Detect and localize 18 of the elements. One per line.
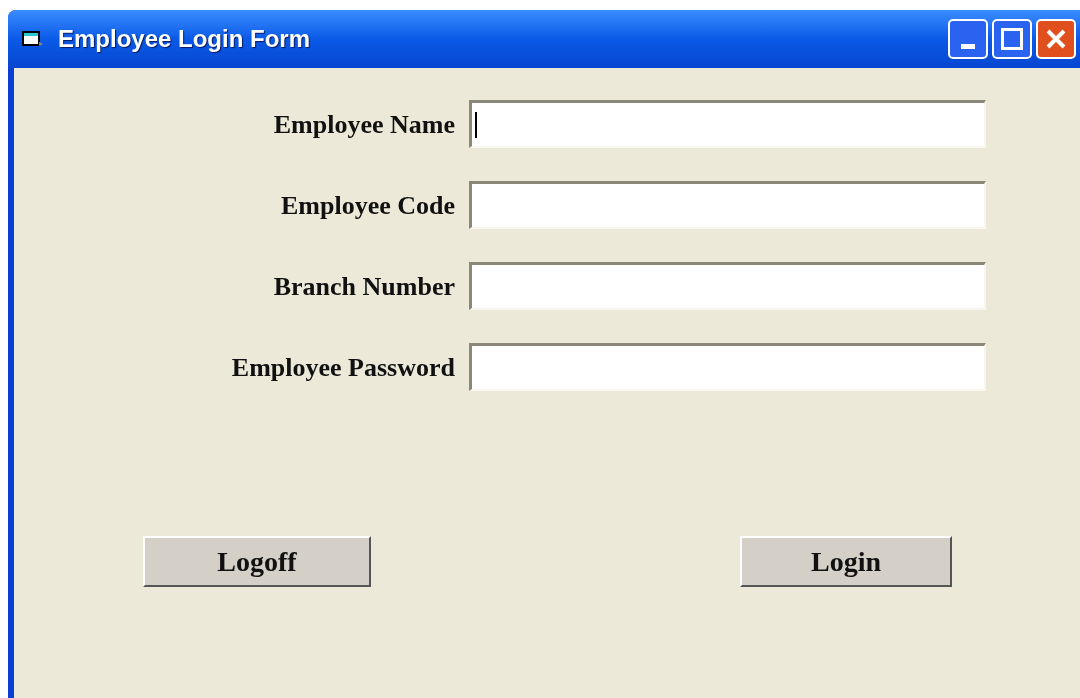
- minimize-button[interactable]: [948, 19, 988, 59]
- close-button[interactable]: [1036, 19, 1076, 59]
- login-button[interactable]: Login: [740, 536, 952, 587]
- maximize-button[interactable]: [992, 19, 1032, 59]
- field-label: Employee Name: [273, 108, 455, 141]
- input-field[interactable]: [469, 100, 986, 148]
- window-title: Employee Login Form: [58, 24, 311, 54]
- close-icon: [1045, 28, 1067, 50]
- window-icon: [22, 30, 44, 48]
- input-field[interactable]: [469, 181, 986, 229]
- field-label: Employee Password: [231, 351, 455, 384]
- input-field[interactable]: [469, 262, 986, 310]
- field-label: Branch Number: [273, 270, 455, 303]
- minimize-icon: [961, 44, 975, 49]
- input-field[interactable]: [469, 343, 986, 391]
- field-label: Employee Code: [280, 189, 455, 222]
- logoff-button[interactable]: Logoff: [143, 536, 371, 587]
- maximize-icon: [1001, 28, 1023, 50]
